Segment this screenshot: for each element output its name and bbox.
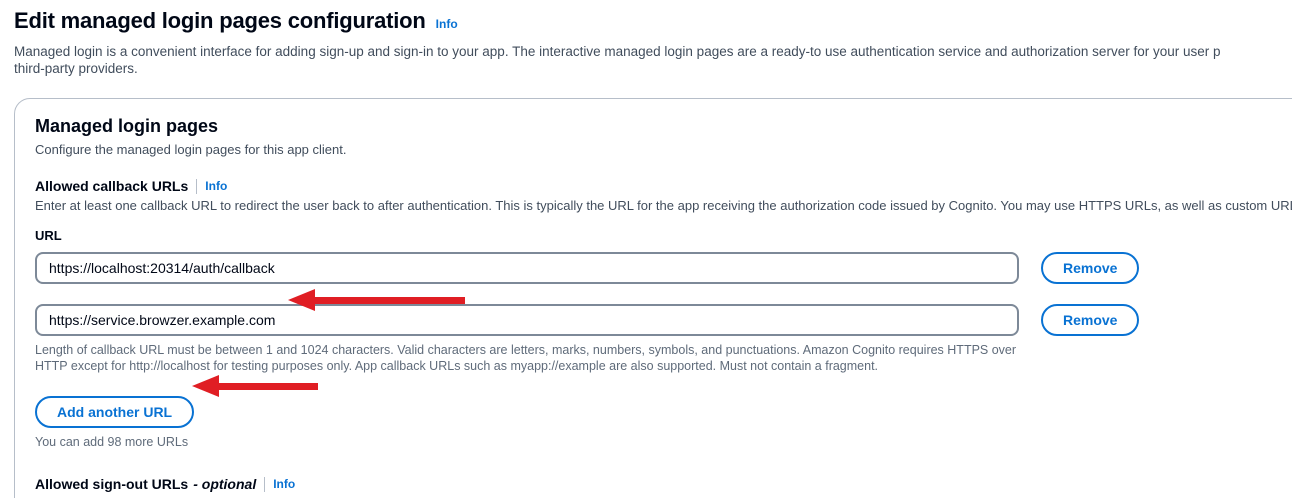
callback-url-constraint-text: Length of callback URL must be between 1… <box>35 343 1025 374</box>
remove-url-button-2[interactable]: Remove <box>1041 304 1139 336</box>
callback-urls-info-link[interactable]: Info <box>205 179 227 193</box>
callback-url-row-2: Remove <box>35 304 1292 336</box>
arrow-head-icon <box>288 289 315 311</box>
page-description: Managed login is a convenient interface … <box>14 43 1292 77</box>
signout-optional-label: - optional <box>193 476 256 492</box>
page-header: Edit managed login pages configuration I… <box>14 8 1292 34</box>
remove-url-button-1[interactable]: Remove <box>1041 252 1139 284</box>
arrow-tail <box>219 383 318 390</box>
annotation-arrow-add-url-icon <box>192 375 318 397</box>
page-description-line2: third-party providers. <box>14 60 1292 77</box>
callback-urls-label: Allowed callback URLs <box>35 178 188 194</box>
callback-urls-description: Enter at least one callback URL to redir… <box>35 198 1292 213</box>
label-divider <box>264 477 265 492</box>
callback-label-row: Allowed callback URLs Info <box>35 178 1292 194</box>
signout-label-row: Allowed sign-out URLs - optional Info <box>35 476 1292 492</box>
signout-urls-label: Allowed sign-out URLs <box>35 476 188 492</box>
label-divider <box>196 179 197 194</box>
page-title: Edit managed login pages configuration <box>14 8 426 34</box>
remaining-urls-text: You can add 98 more URLs <box>35 435 1292 449</box>
callback-url-input-1[interactable] <box>35 252 1019 284</box>
page-description-line1: Managed login is a convenient interface … <box>14 43 1292 60</box>
annotation-arrow-callback-url-icon <box>288 289 465 311</box>
url-column-label: URL <box>35 228 1292 243</box>
card-title: Managed login pages <box>35 116 1292 137</box>
arrow-tail <box>315 297 465 304</box>
managed-login-pages-card: Managed login pages Configure the manage… <box>14 98 1292 498</box>
allowed-callback-urls-section: Allowed callback URLs Info Enter at leas… <box>35 178 1292 449</box>
arrow-head-icon <box>192 375 219 397</box>
edit-managed-login-page: Edit managed login pages configuration I… <box>0 0 1292 498</box>
page-title-info-link[interactable]: Info <box>436 17 458 31</box>
card-subtitle: Configure the managed login pages for th… <box>35 142 1292 157</box>
allowed-signout-urls-section: Allowed sign-out URLs - optional Info En… <box>35 476 1292 498</box>
add-another-url-button[interactable]: Add another URL <box>35 396 194 428</box>
callback-url-row-1: Remove <box>35 252 1292 284</box>
signout-urls-info-link[interactable]: Info <box>273 477 295 491</box>
callback-url-input-2[interactable] <box>35 304 1019 336</box>
